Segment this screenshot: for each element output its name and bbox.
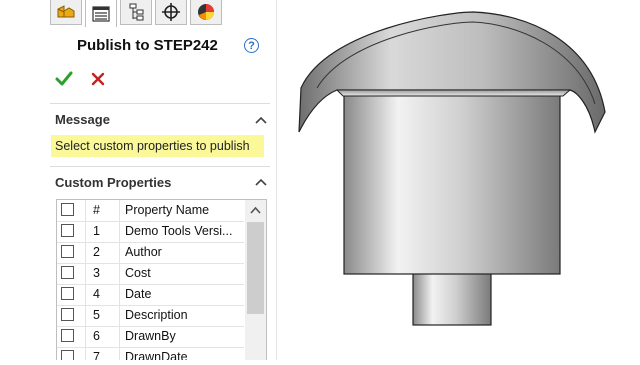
custom-properties-table: # Property Name 1 Demo Tools Versi... 2 … [56,199,267,360]
chevron-up-icon[interactable] [255,116,267,124]
manager-tabs [50,0,222,27]
scrollbar-thumb[interactable] [247,222,264,314]
row-checkbox[interactable] [61,350,74,360]
message-section-title: Message [55,112,110,127]
row-number: 1 [93,224,100,238]
property-name: Cost [125,266,151,280]
section-divider [50,103,270,104]
property-name: DrawnBy [125,329,176,343]
property-manager-tab[interactable] [85,0,117,27]
message-text: Select custom properties to publish [51,135,264,157]
page-title: Publish to STEP242 [77,37,218,54]
row-checkbox[interactable] [61,329,74,342]
chevron-up-icon[interactable] [255,178,267,186]
cancel-x-icon[interactable] [90,71,106,87]
row-number: 3 [93,266,100,280]
table-row[interactable]: 2 Author [57,242,244,264]
table-row[interactable]: 4 Date [57,284,244,306]
dimxpert-manager-tab[interactable] [155,0,187,25]
property-manager-panel: Publish to STEP242 ? Message Select cust… [0,0,277,360]
property-name: DrawnDate [125,350,188,360]
help-icon[interactable]: ? [244,38,259,53]
column-header-property-name: Property Name [125,203,210,217]
property-name: Description [125,308,188,322]
select-all-checkbox[interactable] [61,203,74,216]
row-number: 7 [93,350,100,360]
property-list-icon [92,5,110,22]
custom-properties-section-title: Custom Properties [55,175,172,190]
property-name: Date [125,287,152,301]
row-checkbox[interactable] [61,308,74,321]
table-row[interactable]: 3 Cost [57,263,244,285]
3d-model-render[interactable] [277,0,640,360]
row-checkbox[interactable] [61,224,74,237]
row-checkbox[interactable] [61,287,74,300]
table-row[interactable]: 6 DrawnBy [57,326,244,348]
column-header-number: # [93,203,100,217]
section-divider [50,166,270,167]
display-manager-tab[interactable] [190,0,222,25]
row-number: 5 [93,308,100,322]
scroll-up-arrow-icon[interactable] [250,206,261,214]
model-body [343,93,561,275]
row-number: 2 [93,245,100,259]
graphics-viewport[interactable] [277,0,640,360]
configuration-manager-tab[interactable] [120,0,152,25]
crosshair-icon [162,3,180,21]
table-header-row: # Property Name [57,200,244,222]
table-row[interactable]: 7 DrawnDate [57,347,244,360]
table-row[interactable]: 1 Demo Tools Versi... [57,221,244,243]
row-checkbox[interactable] [61,266,74,279]
property-name: Author [125,245,162,259]
property-name: Demo Tools Versi... [125,224,233,238]
table-row[interactable]: 5 Description [57,305,244,327]
row-number: 6 [93,329,100,343]
appearance-sphere-icon [198,4,214,20]
feature-manager-tab[interactable] [50,0,82,25]
configuration-tree-icon [129,3,144,21]
row-number: 4 [93,287,100,301]
model-stem [412,269,492,326]
vertical-scrollbar[interactable] [245,200,266,360]
row-checkbox[interactable] [61,245,74,258]
cap-rim [335,89,572,97]
feature-manager-icon [57,5,75,18]
ok-checkmark-icon[interactable] [55,70,73,88]
